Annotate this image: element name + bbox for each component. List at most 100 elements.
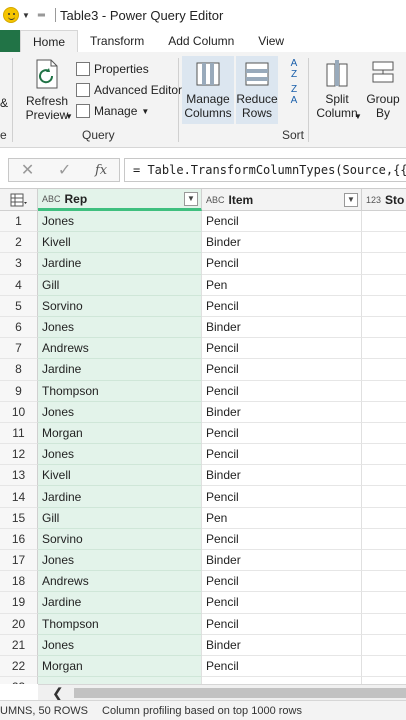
row-number[interactable]: 12 bbox=[0, 444, 38, 466]
cell-rep[interactable]: Morgan bbox=[38, 422, 202, 445]
cell-item[interactable]: Pen bbox=[202, 274, 362, 296]
cell-item[interactable]: Pencil bbox=[202, 571, 362, 593]
table-row[interactable]: 8 Jardine Pencil bbox=[0, 359, 406, 381]
cell-rep[interactable]: Andrews bbox=[38, 571, 202, 593]
row-number[interactable]: 3 bbox=[0, 253, 38, 275]
table-row[interactable]: 16 Sorvino Pencil bbox=[0, 528, 406, 550]
cell-rep[interactable]: Gill bbox=[38, 507, 202, 529]
cell-item[interactable]: Binder bbox=[202, 232, 362, 254]
row-number[interactable]: 1 bbox=[0, 211, 38, 233]
manage-columns-button[interactable]: Manage Columns bbox=[182, 56, 234, 124]
tab-home[interactable]: Home bbox=[20, 30, 79, 52]
table-row[interactable]: 15 Gill Pen bbox=[0, 507, 406, 529]
cell-item[interactable]: Pencil bbox=[202, 422, 362, 445]
cell-store[interactable] bbox=[362, 338, 406, 360]
row-number[interactable]: 6 bbox=[0, 316, 38, 339]
table-row[interactable]: 6 Jones Binder bbox=[0, 316, 406, 339]
row-number[interactable]: 7 bbox=[0, 338, 38, 360]
cancel-formula-icon[interactable]: ✕ bbox=[21, 160, 34, 180]
number-type-icon[interactable]: 123 bbox=[366, 195, 381, 205]
cell-rep[interactable]: Jones bbox=[38, 401, 202, 423]
cell-rep[interactable]: Thompson bbox=[38, 380, 202, 402]
cell-store[interactable] bbox=[362, 232, 406, 254]
cell-item[interactable] bbox=[202, 677, 362, 684]
cell-rep[interactable]: Jardine bbox=[38, 253, 202, 275]
row-number[interactable]: 13 bbox=[0, 465, 38, 487]
cell-rep[interactable] bbox=[38, 677, 202, 684]
tab-file[interactable] bbox=[0, 30, 20, 52]
cell-store[interactable] bbox=[362, 592, 406, 614]
cell-item[interactable]: Pencil bbox=[202, 613, 362, 635]
manage-button[interactable]: Manage ▼ bbox=[76, 102, 149, 120]
row-number[interactable]: 21 bbox=[0, 634, 38, 656]
cell-item[interactable]: Pen bbox=[202, 507, 362, 529]
tab-view[interactable]: View bbox=[246, 30, 296, 52]
row-number[interactable]: 20 bbox=[0, 613, 38, 635]
table-row[interactable]: 22 Morgan Pencil bbox=[0, 655, 406, 678]
cell-store[interactable] bbox=[362, 656, 406, 678]
table-row[interactable]: 17 Jones Binder bbox=[0, 550, 406, 572]
cell-rep[interactable]: Jones bbox=[38, 634, 202, 656]
cell-item[interactable]: Binder bbox=[202, 634, 362, 656]
split-column-button[interactable]: Split Column bbox=[312, 58, 362, 120]
cell-rep[interactable]: Jones bbox=[38, 550, 202, 572]
scroll-left-icon[interactable]: ❮ bbox=[52, 685, 64, 701]
tab-transform[interactable]: Transform bbox=[78, 30, 156, 52]
cell-rep[interactable]: Jones bbox=[38, 211, 202, 233]
cell-item[interactable]: Pencil bbox=[202, 359, 362, 381]
cell-item[interactable]: Pencil bbox=[202, 486, 362, 508]
table-row[interactable]: 13 Kivell Binder bbox=[0, 465, 406, 487]
table-row[interactable]: 9 Thompson Pencil bbox=[0, 380, 406, 402]
cell-store[interactable] bbox=[362, 465, 406, 487]
properties-button[interactable]: Properties bbox=[76, 60, 149, 78]
cell-rep[interactable]: Jones bbox=[38, 316, 202, 339]
cell-rep[interactable]: Thompson bbox=[38, 613, 202, 635]
cell-store[interactable] bbox=[362, 296, 406, 317]
row-number[interactable]: 4 bbox=[0, 274, 38, 296]
group-by-button[interactable]: Group By bbox=[364, 58, 402, 120]
ribbon-left-fragment[interactable]: & bbox=[0, 94, 8, 112]
cell-rep[interactable]: Kivell bbox=[38, 465, 202, 487]
table-row[interactable]: 20 Thompson Pencil bbox=[0, 613, 406, 635]
table-row[interactable]: 7 Andrews Pencil bbox=[0, 338, 406, 360]
cell-store[interactable] bbox=[362, 529, 406, 550]
row-number[interactable]: 16 bbox=[0, 528, 38, 550]
cell-rep[interactable]: Morgan bbox=[38, 655, 202, 678]
row-number[interactable]: 15 bbox=[0, 507, 38, 529]
filter-dropdown-icon[interactable]: ▼ bbox=[344, 192, 358, 207]
table-row[interactable]: 5 Sorvino Pencil bbox=[0, 295, 406, 317]
fx-icon[interactable]: fx bbox=[95, 163, 107, 178]
cell-item[interactable]: Pencil bbox=[202, 211, 362, 233]
commit-formula-icon[interactable]: ✓ bbox=[58, 160, 71, 180]
cell-item[interactable]: Binder bbox=[202, 550, 362, 572]
smiley-icon[interactable] bbox=[3, 7, 19, 23]
cell-item[interactable]: Pencil bbox=[202, 528, 362, 550]
cell-rep[interactable]: Jardine bbox=[38, 592, 202, 614]
row-number[interactable]: 22 bbox=[0, 655, 38, 678]
tab-add-column[interactable]: Add Column bbox=[156, 30, 246, 52]
sort-descending-button[interactable]: ZA bbox=[284, 84, 304, 106]
cell-store[interactable] bbox=[362, 253, 406, 275]
table-menu-corner[interactable] bbox=[0, 189, 38, 211]
cell-store[interactable] bbox=[362, 508, 406, 529]
table-row[interactable]: 12 Jones Pencil bbox=[0, 444, 406, 466]
table-row[interactable]: 2 Kivell Binder bbox=[0, 232, 406, 254]
cell-store[interactable] bbox=[362, 571, 406, 593]
quick-access-menu-icon[interactable]: ═ bbox=[38, 10, 45, 21]
cell-store[interactable] bbox=[362, 275, 406, 296]
cell-rep[interactable]: Jardine bbox=[38, 486, 202, 508]
formula-input[interactable]: = Table.TransformColumnTypes(Source,{{"R… bbox=[124, 158, 406, 182]
cell-item[interactable]: Binder bbox=[202, 401, 362, 423]
cell-store[interactable] bbox=[362, 486, 406, 508]
text-type-icon[interactable]: ABC bbox=[42, 194, 61, 204]
split-column-dropdown-icon[interactable]: ▼ bbox=[354, 112, 362, 121]
advanced-editor-button[interactable]: Advanced Editor bbox=[76, 81, 182, 99]
cell-rep[interactable]: Jardine bbox=[38, 359, 202, 381]
cell-store[interactable] bbox=[362, 444, 406, 466]
cell-rep[interactable]: Sorvino bbox=[38, 528, 202, 550]
table-row[interactable]: 4 Gill Pen bbox=[0, 274, 406, 296]
horizontal-scrollbar[interactable]: ❮ bbox=[38, 684, 406, 701]
cell-store[interactable] bbox=[362, 423, 406, 445]
cell-rep[interactable]: Sorvino bbox=[38, 295, 202, 317]
cell-rep[interactable]: Andrews bbox=[38, 338, 202, 360]
